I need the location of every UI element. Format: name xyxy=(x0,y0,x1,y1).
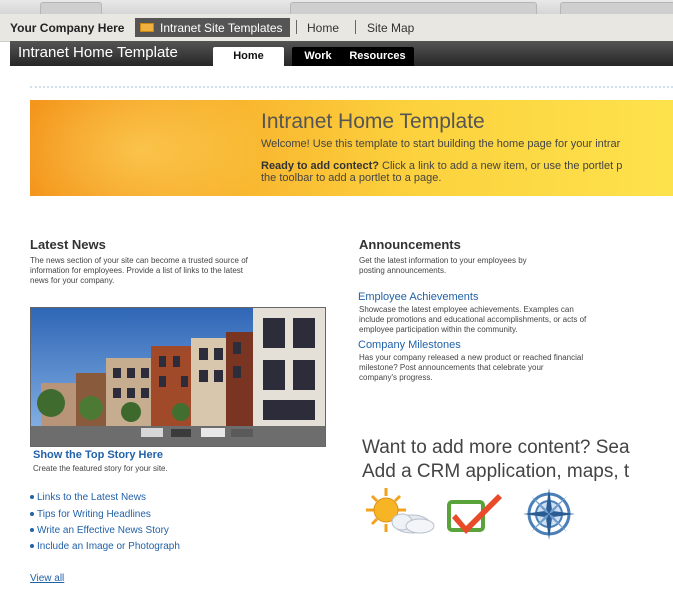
news-link-item[interactable]: Write an Effective News Story xyxy=(30,525,169,536)
browser-tab[interactable] xyxy=(560,2,673,14)
description-line: include promotions and educational accom… xyxy=(359,315,587,324)
banner-welcome-text: Welcome! Use this template to start buil… xyxy=(261,138,621,150)
nav-site-title: Intranet Home Template xyxy=(18,44,178,61)
announcements-heading: Announcements xyxy=(359,237,461,252)
description-line: information for employees. Provide a lis… xyxy=(30,266,243,275)
description-line: company's progress. xyxy=(359,373,433,382)
site-top-bar: Your Company Here Intranet Site Template… xyxy=(0,14,673,42)
description-line: The news section of your site can become… xyxy=(30,256,248,265)
employee-achievements-description: Showcase the latest employee achievement… xyxy=(359,305,586,335)
company-milestones-link[interactable]: Company Milestones xyxy=(358,339,461,351)
bullet-icon xyxy=(30,544,34,549)
welcome-banner: Intranet Home Template Welcome! Use this… xyxy=(30,100,673,196)
banner-ready-rest: Click a link to add a new item, or use t… xyxy=(378,160,623,172)
bullet-icon xyxy=(30,512,34,517)
top-story-link[interactable]: Show the Top Story Here xyxy=(33,449,163,461)
promo-line-2: Add a CRM application, maps, t xyxy=(362,461,630,482)
banner-decoration xyxy=(30,100,270,196)
top-story-image[interactable] xyxy=(30,307,326,447)
bullet-icon xyxy=(30,495,34,500)
browser-tab-strip xyxy=(0,0,673,14)
banner-ready-text: Ready to add contect? Click a link to ad… xyxy=(261,160,622,184)
description-line: Get the latest information to your emplo… xyxy=(359,256,527,265)
promo-line-1: Want to add more content? Sea xyxy=(362,437,630,458)
top-story-description: Create the featured story for your site. xyxy=(33,464,168,473)
banner-ready-bold: Ready to add contect? xyxy=(261,160,379,172)
news-link-item[interactable]: Links to the Latest News xyxy=(30,492,146,503)
checkmark-icon xyxy=(447,494,502,534)
news-link[interactable]: Include an Image or Photograph xyxy=(37,541,180,552)
description-line: news for your company. xyxy=(30,276,115,285)
banner-ready-line2: the toolbar to add a portlet to a page. xyxy=(261,172,442,184)
site-map-link[interactable]: Site Map xyxy=(367,21,414,35)
site-templates-icon xyxy=(140,23,154,32)
tab-work[interactable]: Work xyxy=(292,47,344,66)
description-line: milestone? Post announcements that celeb… xyxy=(359,363,544,372)
company-name: Your Company Here xyxy=(10,21,125,35)
street-photo xyxy=(31,308,325,446)
site-tab-label: Intranet Site Templates xyxy=(160,21,283,35)
description-line: Showcase the latest employee achievement… xyxy=(359,305,574,314)
view-all-link[interactable]: View all xyxy=(30,573,64,584)
news-link-item[interactable]: Include an Image or Photograph xyxy=(30,541,180,552)
bullet-icon xyxy=(30,528,34,533)
separator xyxy=(296,20,297,34)
news-link[interactable]: Tips for Writing Headlines xyxy=(37,509,151,520)
divider xyxy=(30,86,673,91)
intranet-site-templates-tab[interactable]: Intranet Site Templates xyxy=(135,18,290,37)
weather-icon xyxy=(366,488,435,534)
main-nav-bar: Intranet Home Template Home Work Resourc… xyxy=(10,41,673,66)
latest-news-heading: Latest News xyxy=(30,237,106,252)
employee-achievements-link[interactable]: Employee Achievements xyxy=(358,291,478,303)
description-line: employee participation within the commun… xyxy=(359,325,518,334)
home-link[interactable]: Home xyxy=(307,21,339,35)
announcements-description: Get the latest information to your emplo… xyxy=(359,256,527,276)
browser-tab[interactable] xyxy=(40,2,102,14)
banner-title: Intranet Home Template xyxy=(261,110,485,133)
tab-home[interactable]: Home xyxy=(213,47,284,66)
latest-news-description: The news section of your site can become… xyxy=(30,256,330,286)
browser-tab[interactable] xyxy=(290,2,537,14)
news-link[interactable]: Write an Effective News Story xyxy=(37,525,169,536)
news-link[interactable]: Links to the Latest News xyxy=(37,492,146,503)
separator xyxy=(355,20,356,34)
description-line: Has your company released a new product … xyxy=(359,353,584,362)
compass-icon xyxy=(523,488,575,540)
company-milestones-description: Has your company released a new product … xyxy=(359,353,583,383)
description-line: posting announcements. xyxy=(359,266,447,275)
news-link-item[interactable]: Tips for Writing Headlines xyxy=(30,509,151,520)
tab-resources[interactable]: Resources xyxy=(341,47,414,66)
